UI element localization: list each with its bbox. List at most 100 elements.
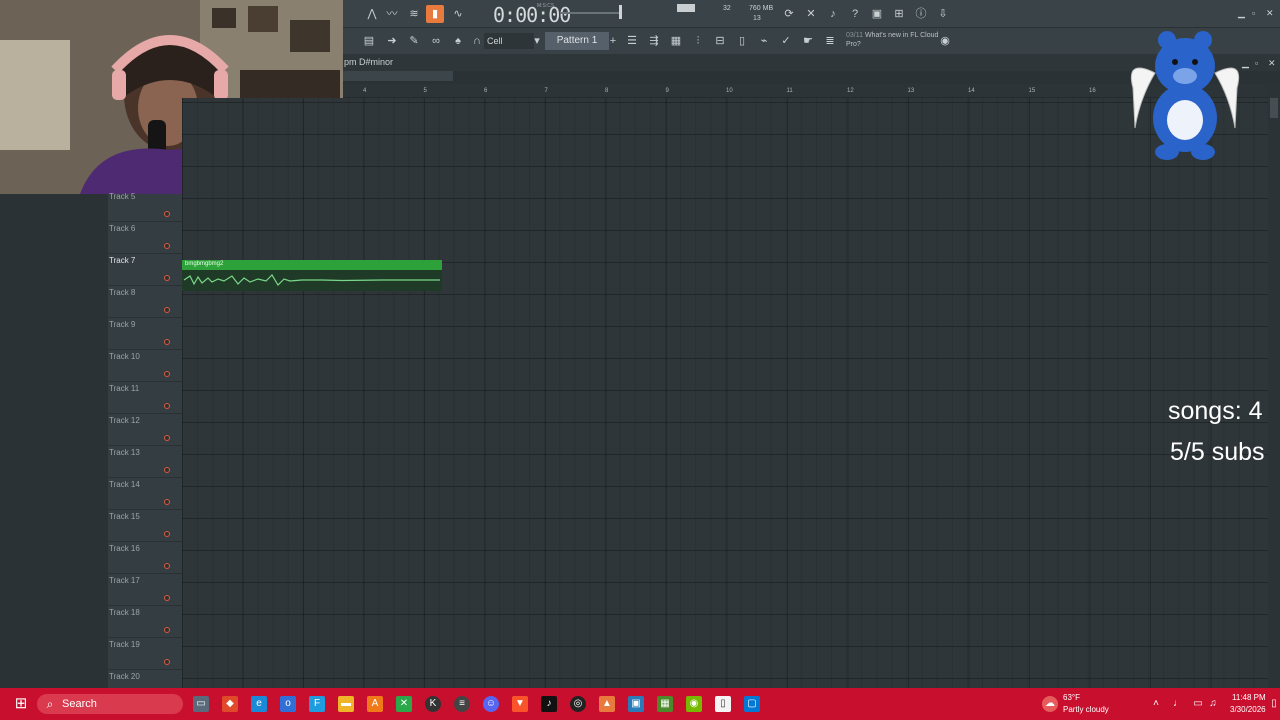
pencil-icon[interactable]: ✎ — [405, 32, 423, 50]
master-volume-slider[interactable] — [560, 12, 620, 14]
notification-icon[interactable]: ▯ — [1266, 696, 1280, 712]
playlist-overview[interactable] — [343, 71, 453, 81]
notes-icon[interactable]: ≣ — [821, 32, 839, 50]
track-mute-dot[interactable] — [164, 339, 170, 345]
track-mute-dot[interactable] — [164, 563, 170, 569]
info-icon[interactable]: ⓘ — [912, 5, 930, 23]
minimize-icon[interactable]: ▁ — [1238, 8, 1245, 19]
maximize-icon[interactable]: ▫ — [1252, 8, 1255, 18]
fl-studio-icon[interactable]: ▲ — [599, 696, 615, 712]
brave-icon[interactable]: ▼ — [512, 696, 528, 712]
add-pattern-icon[interactable]: + — [604, 32, 622, 50]
track-mute-dot[interactable] — [164, 627, 170, 633]
track-header[interactable]: Track 10 — [108, 350, 182, 382]
microphone-tray-icon[interactable]: ♩ — [1170, 696, 1186, 712]
start-icon[interactable]: ⊞ — [13, 696, 29, 712]
track-mute-dot[interactable] — [164, 403, 170, 409]
pattern-mode-icon[interactable]: ≋ — [405, 5, 423, 23]
link-icon[interactable]: ∞ — [427, 32, 445, 50]
track-header[interactable]: Track 8 — [108, 286, 182, 318]
track-mute-dot[interactable] — [164, 467, 170, 473]
track-header[interactable]: Track 17 — [108, 574, 182, 606]
news-toggle-icon[interactable]: ◉ — [936, 32, 954, 50]
master-volume-knob[interactable] — [619, 5, 622, 19]
microphone-icon[interactable]: ♪ — [824, 5, 842, 23]
nvidia-icon[interactable]: ◉ — [686, 696, 702, 712]
touch-icon[interactable]: ☛ — [799, 32, 817, 50]
save-icon[interactable]: ▣ — [868, 5, 886, 23]
playlist-grid[interactable] — [182, 98, 1268, 688]
track-mute-dot[interactable] — [164, 371, 170, 377]
app-icon-7[interactable]: ▣ — [628, 696, 644, 712]
news-panel[interactable]: 03/11 What's new in FL Cloud Pro? — [846, 31, 941, 49]
speaker-icon[interactable]: ♫ — [1205, 696, 1221, 712]
track-header[interactable]: Track 9 — [108, 318, 182, 350]
playlist-title[interactable]: pm D#minor — [344, 57, 393, 67]
track-mute-dot[interactable] — [164, 307, 170, 313]
channel-rack-icon[interactable]: ▦ — [667, 32, 685, 50]
tempo-icon[interactable]: ⋀ — [363, 5, 381, 23]
app-icon-6[interactable]: ≡ — [454, 696, 470, 712]
edge-icon[interactable]: e — [251, 696, 267, 712]
snap-select[interactable]: Cell — [484, 33, 534, 49]
track-header[interactable]: Track 18 — [108, 606, 182, 638]
file-explorer-icon[interactable]: ▬ — [338, 696, 354, 712]
track-header[interactable]: Track 15 — [108, 510, 182, 542]
record-mode-icon[interactable]: ▮ — [426, 5, 444, 23]
mixer-channels-icon[interactable]: ⫶ — [689, 32, 707, 50]
mixer-icon[interactable]: ⊞ — [890, 5, 908, 23]
plugin-icon[interactable]: ⌁ — [755, 32, 773, 50]
outlook-icon[interactable]: o — [280, 696, 296, 712]
app-icon-2[interactable]: F — [309, 696, 325, 712]
track-mute-dot[interactable] — [164, 211, 170, 217]
arrow-icon[interactable]: ➜ — [383, 32, 401, 50]
notepad-icon[interactable]: ▯ — [715, 696, 731, 712]
playlist-close-icon[interactable]: ✕ — [1268, 58, 1276, 69]
loop-icon[interactable]: ∿ — [449, 5, 467, 23]
help-icon[interactable]: ? — [846, 5, 864, 23]
stamp-icon[interactable]: ♠ — [449, 32, 467, 50]
track-mute-dot[interactable] — [164, 531, 170, 537]
weather-icon[interactable]: ☁ — [1042, 696, 1058, 712]
app-icon-4[interactable]: ✕ — [396, 696, 412, 712]
files-icon[interactable]: ▯ — [733, 32, 751, 50]
chevron-up-icon[interactable]: ˄ — [1148, 696, 1164, 712]
scrollbar-thumb[interactable] — [1270, 98, 1278, 118]
display-icon[interactable]: ▭ — [1190, 696, 1206, 712]
clip-waveform[interactable] — [182, 270, 442, 291]
playlist-maximize-icon[interactable]: ▫ — [1255, 58, 1258, 68]
playlist-icon[interactable]: ☰ — [623, 32, 641, 50]
clock-date[interactable]: 3/30/2026 — [1230, 705, 1266, 714]
browser-icon[interactable]: ⊟ — [711, 32, 729, 50]
vertical-scrollbar[interactable] — [1268, 84, 1280, 688]
track-mute-dot[interactable] — [164, 595, 170, 601]
track-header[interactable]: Track 5 — [108, 190, 182, 222]
clip-header[interactable]: bmgbmgbmg2 — [182, 260, 442, 270]
obs-icon[interactable]: ◎ — [570, 696, 586, 712]
tools-icon[interactable]: ✓ — [777, 32, 795, 50]
track-mute-dot[interactable] — [164, 499, 170, 505]
track-header[interactable]: Track 14 — [108, 478, 182, 510]
close-icon[interactable]: ✕ — [1266, 8, 1274, 19]
piano-roll-icon[interactable]: ⇶ — [645, 32, 663, 50]
clock-time[interactable]: 11:48 PM — [1232, 693, 1266, 702]
discord-icon[interactable]: ☺ — [483, 696, 499, 712]
track-header[interactable]: Track 19 — [108, 638, 182, 670]
app-icon-9[interactable]: ▢ — [744, 696, 760, 712]
download-icon[interactable]: ⇩ — [934, 5, 952, 23]
app-icon-1[interactable]: ◆ — [222, 696, 238, 712]
app-icon-5[interactable]: K — [425, 696, 441, 712]
track-header[interactable]: Track 12 — [108, 414, 182, 446]
track-header[interactable]: Track 6 — [108, 222, 182, 254]
taskbar-search[interactable] — [37, 694, 183, 714]
track-mute-dot[interactable] — [164, 659, 170, 665]
track-header[interactable]: Track 11 — [108, 382, 182, 414]
wave-icon[interactable]: 〰 — [383, 5, 401, 23]
song-time-display[interactable]: 0:00:00 — [493, 3, 571, 27]
track-mute-dot[interactable] — [164, 243, 170, 249]
track-header[interactable]: Track 7 — [108, 254, 182, 286]
refresh-icon[interactable]: ⟳ — [780, 5, 798, 23]
app-icon-3[interactable]: A — [367, 696, 383, 712]
tiktok-icon[interactable]: ♪ — [541, 696, 557, 712]
track-header[interactable]: Track 16 — [108, 542, 182, 574]
